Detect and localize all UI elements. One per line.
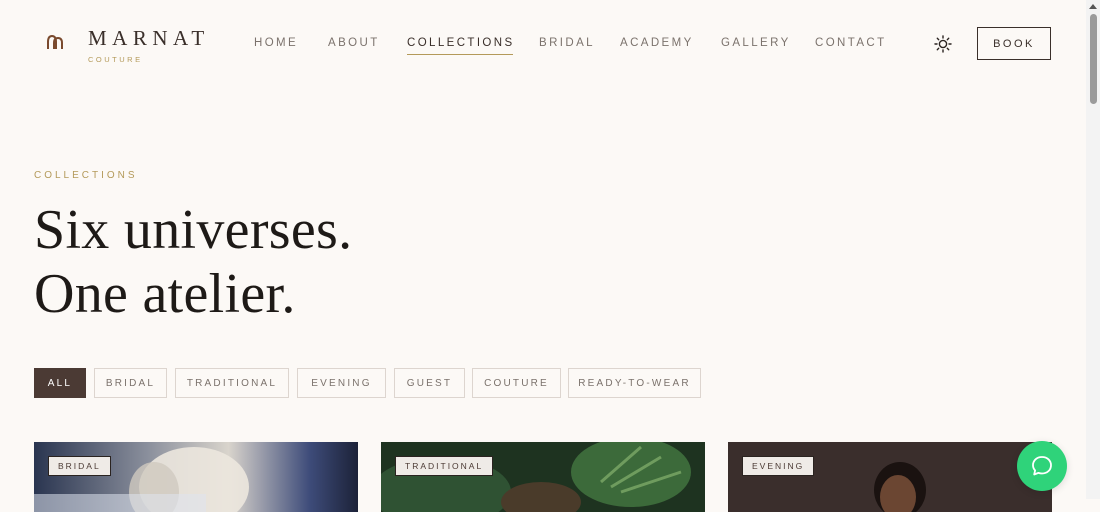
- filter-bridal[interactable]: BRIDAL: [94, 368, 167, 398]
- site-header: MARNAT COUTURE HOME ABOUT COLLECTIONS BR…: [0, 0, 1086, 88]
- collection-card-bridal[interactable]: BRIDAL: [34, 442, 358, 512]
- section-eyebrow: COLLECTIONS: [34, 170, 138, 181]
- filter-couture[interactable]: COUTURE: [472, 368, 561, 398]
- nav-contact[interactable]: CONTACT: [815, 37, 887, 49]
- nav-active-underline: [407, 54, 513, 55]
- brand-name[interactable]: MARNAT: [88, 26, 210, 51]
- headline-line-2: One atelier.: [34, 263, 296, 325]
- bridal-card-image: [34, 442, 358, 512]
- filter-traditional[interactable]: TRADITIONAL: [175, 368, 289, 398]
- nav-academy[interactable]: ACADEMY: [620, 37, 694, 49]
- nav-home[interactable]: HOME: [254, 37, 298, 49]
- collection-card-traditional[interactable]: TRADITIONAL: [381, 442, 705, 512]
- headline-line-1: Six universes.: [34, 199, 353, 261]
- filter-all[interactable]: ALL: [34, 368, 86, 398]
- book-button[interactable]: BOOK: [977, 27, 1051, 60]
- nav-bridal[interactable]: BRIDAL: [539, 37, 595, 49]
- traditional-card-image: [381, 442, 705, 512]
- nav-about[interactable]: ABOUT: [328, 37, 380, 49]
- page-scrollbar[interactable]: [1086, 0, 1100, 499]
- nav-collections[interactable]: COLLECTIONS: [407, 37, 515, 55]
- page-headline: Six universes. One atelier.: [34, 198, 352, 326]
- filter-ready-to-wear[interactable]: READY-TO-WEAR: [568, 368, 701, 398]
- chat-button[interactable]: [1017, 441, 1067, 491]
- nav-collections-label: COLLECTIONS: [407, 37, 515, 49]
- nav-gallery[interactable]: GALLERY: [721, 37, 791, 49]
- card-tag: TRADITIONAL: [395, 456, 494, 476]
- chat-bubble-icon: [1032, 456, 1052, 476]
- collection-card-evening[interactable]: EVENING: [728, 442, 1052, 512]
- logo-mark-icon: [47, 34, 63, 49]
- sun-icon[interactable]: [934, 35, 952, 53]
- brand-subtitle: COUTURE: [88, 55, 143, 64]
- evening-card-image: [728, 442, 1052, 512]
- filter-evening[interactable]: EVENING: [297, 368, 386, 398]
- card-tag: BRIDAL: [48, 456, 111, 476]
- scroll-up-arrow-icon[interactable]: [1089, 4, 1097, 9]
- scroll-thumb[interactable]: [1090, 14, 1097, 104]
- filter-guest[interactable]: GUEST: [394, 368, 465, 398]
- card-tag: EVENING: [742, 456, 815, 476]
